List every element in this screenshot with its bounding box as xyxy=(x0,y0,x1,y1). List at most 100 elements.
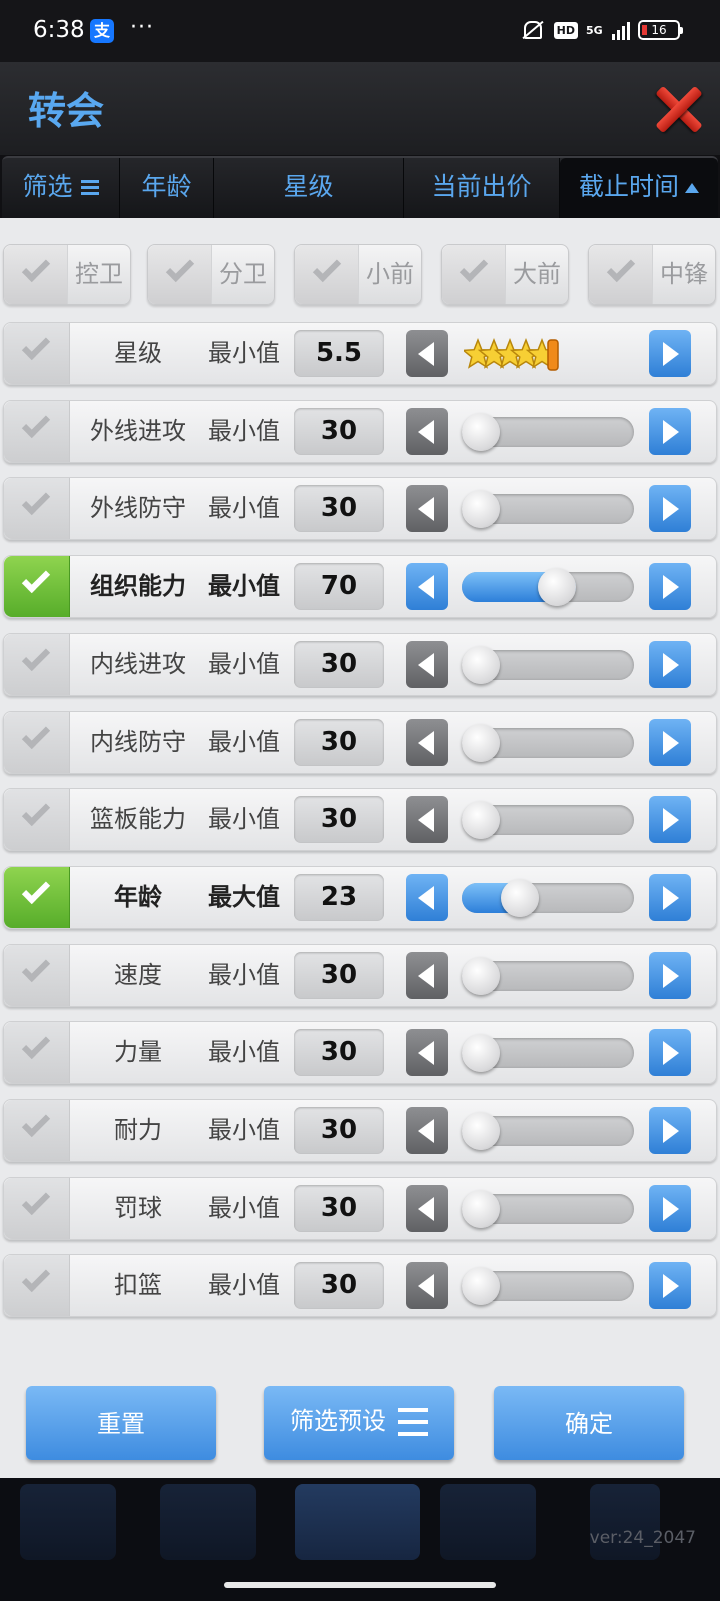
nav-scout-icon[interactable] xyxy=(440,1484,536,1560)
home-bar[interactable] xyxy=(224,1582,496,1588)
decrease-arrow-icon[interactable] xyxy=(406,952,448,999)
increase-arrow-icon[interactable] xyxy=(649,1107,691,1154)
value-slider[interactable] xyxy=(462,1034,634,1072)
decrease-arrow-icon[interactable] xyxy=(406,1262,448,1309)
value-slider[interactable] xyxy=(462,413,634,451)
value-slider[interactable] xyxy=(462,1112,634,1150)
filter-mode: 最小值 xyxy=(208,728,280,756)
sort-age-label: 年龄 xyxy=(141,172,192,201)
sort-bid-label: 当前出价 xyxy=(431,172,532,201)
sort-bar: 筛选 年龄 星级 当前出价 截止时间 xyxy=(2,156,718,218)
filter-toggle[interactable] xyxy=(4,401,70,462)
check-icon xyxy=(21,331,51,361)
slider-knob[interactable] xyxy=(538,568,577,606)
status-bar: 6:38 支 ··· HD 5G 16 xyxy=(0,0,720,62)
increase-arrow-icon[interactable] xyxy=(649,1185,691,1232)
filter-name: 篮板能力 xyxy=(90,805,186,833)
increase-arrow-icon[interactable] xyxy=(649,1029,691,1076)
filter-toggle[interactable] xyxy=(4,634,70,695)
sort-age-tab[interactable]: 年龄 xyxy=(120,158,214,218)
confirm-button[interactable]: 确定 xyxy=(494,1386,684,1460)
position-pg-toggle[interactable]: 控卫 xyxy=(3,244,131,305)
increase-arrow-icon[interactable] xyxy=(649,874,691,921)
slider-knob[interactable] xyxy=(462,724,500,762)
filter-value: 30 xyxy=(294,1107,384,1154)
increase-arrow-icon[interactable] xyxy=(649,641,691,688)
nav-transfer-icon[interactable] xyxy=(295,1484,420,1560)
filter-row: 内线防守 最小值 30 xyxy=(3,711,717,774)
filter-toggle[interactable] xyxy=(4,1178,70,1239)
position-pf-toggle[interactable]: 大前 xyxy=(441,244,569,305)
decrease-arrow-icon[interactable] xyxy=(406,1185,448,1232)
slider-knob[interactable] xyxy=(462,1190,500,1228)
filter-row: 年龄 最大值 23 xyxy=(3,866,717,929)
increase-arrow-icon[interactable] xyxy=(649,1262,691,1309)
filter-toggle[interactable] xyxy=(4,1255,70,1316)
value-slider[interactable] xyxy=(462,957,634,995)
increase-arrow-icon[interactable] xyxy=(649,719,691,766)
value-slider[interactable] xyxy=(462,1190,634,1228)
decrease-arrow-icon[interactable] xyxy=(406,1107,448,1154)
sort-stars-tab[interactable]: 星级 xyxy=(214,158,404,218)
filter-toggle[interactable] xyxy=(4,1022,70,1083)
filter-name: 扣篮 xyxy=(114,1271,162,1299)
decrease-arrow-icon[interactable] xyxy=(406,563,448,610)
decrease-arrow-icon[interactable] xyxy=(406,796,448,843)
filter-value: 30 xyxy=(294,408,384,455)
reset-button[interactable]: 重置 xyxy=(26,1386,216,1460)
sort-deadline-tab[interactable]: 截止时间 xyxy=(560,158,718,218)
filter-toggle[interactable] xyxy=(4,556,70,617)
nav-finance-icon[interactable] xyxy=(160,1484,256,1560)
decrease-arrow-icon[interactable] xyxy=(406,408,448,455)
increase-arrow-icon[interactable] xyxy=(649,952,691,999)
check-icon xyxy=(21,564,51,594)
decrease-arrow-icon[interactable] xyxy=(406,485,448,532)
value-slider[interactable] xyxy=(462,724,634,762)
value-slider[interactable] xyxy=(462,646,634,684)
slider-knob[interactable] xyxy=(462,1112,500,1150)
increase-arrow-icon[interactable] xyxy=(649,796,691,843)
position-c-toggle[interactable]: 中锋 xyxy=(588,244,716,305)
slider-knob[interactable] xyxy=(462,957,500,995)
decrease-arrow-icon[interactable] xyxy=(406,641,448,688)
value-slider[interactable] xyxy=(462,1267,634,1305)
slider-knob[interactable] xyxy=(500,879,539,917)
value-slider[interactable] xyxy=(462,568,634,606)
value-slider[interactable] xyxy=(462,801,634,839)
filter-row: 星级 最小值 5.5 xyxy=(3,322,717,385)
filter-toggle[interactable] xyxy=(4,712,70,773)
close-icon[interactable] xyxy=(655,84,703,132)
filter-label: 筛选 xyxy=(22,172,73,201)
increase-arrow-icon[interactable] xyxy=(649,563,691,610)
filter-toggle[interactable] xyxy=(4,867,70,928)
filter-presets-button[interactable]: 筛选预设 xyxy=(264,1386,454,1460)
slider-knob[interactable] xyxy=(462,413,500,451)
decrease-arrow-icon[interactable] xyxy=(406,874,448,921)
nav-roster-icon[interactable] xyxy=(20,1484,116,1560)
list-icon xyxy=(398,1408,428,1436)
slider-knob[interactable] xyxy=(462,801,500,839)
filter-toggle[interactable] xyxy=(4,323,70,384)
filter-toggle[interactable] xyxy=(4,945,70,1006)
value-slider[interactable] xyxy=(462,490,634,528)
slider-knob[interactable] xyxy=(462,1034,500,1072)
slider-knob[interactable] xyxy=(462,646,500,684)
filter-menu-button[interactable]: 筛选 xyxy=(2,158,120,218)
decrease-arrow-icon[interactable] xyxy=(406,330,448,377)
increase-arrow-icon[interactable] xyxy=(649,330,691,377)
slider-knob[interactable] xyxy=(462,1267,500,1305)
sort-bid-tab[interactable]: 当前出价 xyxy=(404,158,560,218)
filter-toggle[interactable] xyxy=(4,789,70,850)
position-sg-toggle[interactable]: 分卫 xyxy=(147,244,275,305)
filter-toggle[interactable] xyxy=(4,1100,70,1161)
increase-arrow-icon[interactable] xyxy=(649,408,691,455)
decrease-arrow-icon[interactable] xyxy=(406,1029,448,1076)
decrease-arrow-icon[interactable] xyxy=(406,719,448,766)
nav-more-icon[interactable] xyxy=(590,1484,660,1560)
value-slider[interactable] xyxy=(462,879,634,917)
filter-mode: 最小值 xyxy=(208,494,280,522)
increase-arrow-icon[interactable] xyxy=(649,485,691,532)
slider-knob[interactable] xyxy=(462,490,500,528)
position-sf-toggle[interactable]: 小前 xyxy=(294,244,422,305)
filter-toggle[interactable] xyxy=(4,478,70,539)
